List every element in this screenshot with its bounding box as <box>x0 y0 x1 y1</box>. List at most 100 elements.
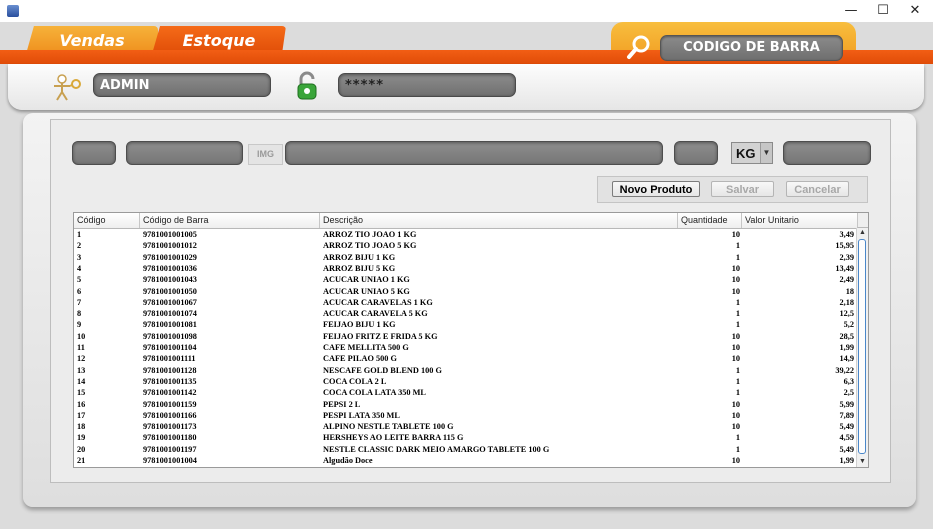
quantity-field[interactable] <box>674 141 718 165</box>
table-row[interactable]: 22 9781001001003 Algudão Azul 101,99 <box>74 466 858 467</box>
save-button[interactable]: Salvar <box>711 181 774 197</box>
table-cell: 1 <box>735 376 740 386</box>
table-cell: 9781001001180 <box>143 433 197 443</box>
table-cell: 1 <box>735 444 740 454</box>
table-row[interactable]: 9 9781001001081 FEIJAO BIJU 1 KG 1 5,2 <box>74 319 858 330</box>
table-row[interactable]: 20 9781001001197 NESTLE CLASSIC DARK MEIO … <box>74 444 858 455</box>
table-cell: 18 <box>845 286 854 296</box>
table-row[interactable]: 14 9781001001135 COCA COLA 2 L 1 6,3 <box>74 376 858 387</box>
unit-price-field[interactable] <box>783 141 871 165</box>
table-cell: ARROZ TIO JOAO 5 KG <box>323 241 417 251</box>
new-product-button[interactable]: Novo Produto <box>612 181 700 197</box>
table-cell: PEPSI 2 L <box>323 399 361 409</box>
table-cell: 9781001001029 <box>143 252 197 262</box>
table-cell: 19 <box>77 433 86 443</box>
table-cell: ARROZ BIJU 5 KG <box>323 263 396 273</box>
table-cell: 1 <box>77 230 82 239</box>
table-cell: 1 <box>735 297 740 307</box>
password-field[interactable]: ***** <box>338 73 516 97</box>
products-table: Código Código de Barra Descrição Quantid… <box>73 212 869 468</box>
table-cell: 5,49 <box>839 422 854 432</box>
table-cell: 7,89 <box>839 410 854 420</box>
close-button[interactable]: ✕ <box>900 0 930 22</box>
table-cell: 10 <box>731 410 740 420</box>
table-row[interactable]: 21 9781001001004 Algudão Doce 10 1,99 <box>74 455 858 466</box>
description-field[interactable] <box>285 141 663 165</box>
column-header-codigo[interactable]: Código <box>74 213 140 228</box>
table-cell: ACUCAR UNIAO 1 KG <box>323 275 410 285</box>
table-row[interactable]: 8 9781001001074 ACUCAR CARAVELA 5 KG 1 12,5 <box>74 308 858 319</box>
table-cell: 10 <box>731 422 740 432</box>
table-cell: CAFE MELLITA 500 G <box>323 343 409 352</box>
table-row[interactable]: 13 9781001001128 NESCAFE GOLD BLEND 100 G 1… <box>74 365 858 376</box>
column-header-descricao[interactable]: Descrição <box>320 213 678 228</box>
arrow-down-icon[interactable]: ▼ <box>857 457 868 467</box>
product-barcode-field[interactable] <box>126 141 243 165</box>
image-button[interactable]: IMG <box>248 144 283 165</box>
table-row[interactable]: 19 9781001001180 HERSHEYS AO LEITE BARRA 1… <box>74 432 858 443</box>
table-cell: 10 <box>731 275 740 285</box>
table-cell: 5 <box>77 275 82 285</box>
column-header-valor[interactable]: Valor Unitario <box>742 213 858 228</box>
product-code-field[interactable] <box>72 141 116 165</box>
cancel-button[interactable]: Cancelar <box>786 181 849 197</box>
chevron-down-icon[interactable]: ▼ <box>760 143 772 163</box>
table-cell: 1,99 <box>839 343 854 352</box>
table-row[interactable]: 3 9781001001029 ARROZ BIJU 1 KG 1 2,39 <box>74 252 858 263</box>
minimize-button[interactable]: — <box>836 0 866 22</box>
table-cell: 22 <box>77 466 137 467</box>
table-cell: 2,39 <box>839 252 854 262</box>
table-cell: 9781001001128 <box>143 365 197 375</box>
unit-select[interactable]: KG ▼ <box>731 142 773 164</box>
magnifier-icon[interactable] <box>626 34 652 60</box>
table-cell: 3 <box>77 252 82 262</box>
table-cell: 13 <box>77 365 86 375</box>
column-header-codigo-barra[interactable]: Código de Barra <box>140 213 320 228</box>
table-cell: 9781001001104 <box>143 343 197 352</box>
table-cell: 12 <box>77 354 86 364</box>
table-row[interactable]: 15 9781001001142 COCA COLA LATA 350 ML 1 2,5 <box>74 387 858 398</box>
column-header-quantidade[interactable]: Quantidade <box>678 213 742 228</box>
table-cell: 8 <box>77 309 82 319</box>
table-cell: HERSHEYS AO LEITE BARRA 115 G <box>323 433 464 443</box>
table-cell: ACUCAR UNIAO 5 KG <box>323 286 410 296</box>
table-cell: 5,2 <box>843 320 854 330</box>
table-cell: 9781001001166 <box>143 410 197 420</box>
table-cell: 9781001001159 <box>143 399 197 409</box>
table-cell: 39,22 <box>835 365 854 375</box>
table-cell: 20 <box>77 444 86 454</box>
table-cell: 1 <box>735 252 740 262</box>
table-row[interactable]: 16 9781001001159 PEPSI 2 L 10 5,99 <box>74 399 858 410</box>
table-cell: 10 <box>731 343 740 352</box>
table-row[interactable]: 10 9781001001098 FEIJAO FRITZ E FRIDA 5 KG… <box>74 331 858 342</box>
username-field[interactable]: ADMIN <box>93 73 271 97</box>
table-cell: 10 <box>731 354 740 364</box>
table-row[interactable]: 17 9781001001166 PESPI LATA 350 ML 10 7,89 <box>74 410 858 421</box>
table-cell: 9781001001043 <box>143 275 197 285</box>
vertical-scrollbar[interactable]: ▲ ▼ <box>856 228 868 467</box>
table-row[interactable]: 4 9781001001036 ARROZ BIJU 5 KG 10 13,49 <box>74 263 858 274</box>
table-cell: 9781001001081 <box>143 320 197 330</box>
arrow-up-icon[interactable]: ▲ <box>857 228 868 238</box>
table-cell: 9781001001098 <box>143 331 197 341</box>
table-row[interactable]: 7 9781001001067 ACUCAR CARAVELAS 1 KG 1 2,18 <box>74 297 858 308</box>
table-cell: COCA COLA LATA 350 ML <box>323 388 426 398</box>
table-row[interactable]: 11 9781001001104 CAFE MELLITA 500 G 10 1,99 <box>74 342 858 353</box>
table-cell: 1 <box>735 241 740 251</box>
table-cell: 1 <box>735 320 740 330</box>
table-cell: 10 <box>77 331 86 341</box>
table-row[interactable]: 18 9781001001173 ALPINO NESTLE TABLETE 100… <box>74 421 858 432</box>
table-row[interactable]: 12 9781001001111 CAFE PILAO 500 G 10 14,9 <box>74 353 858 364</box>
maximize-button[interactable]: ☐ <box>868 0 898 22</box>
table-row[interactable]: 6 9781001001050 ACUCAR UNIAO 5 KG 10 18 <box>74 286 858 297</box>
table-row[interactable]: 2 9781001001012 ARROZ TIO JOAO 5 KG 1 15,95 <box>74 240 858 251</box>
table-cell: Algudão Azul <box>323 466 673 467</box>
scrollbar-thumb[interactable] <box>858 239 866 454</box>
table-cell: 1,99 <box>742 466 854 467</box>
unit-value: KG <box>736 146 756 161</box>
table-row[interactable]: 1 9781001001005 ARROZ TIO JOAO 1 KG 10 3,49 <box>74 229 858 240</box>
barcode-input[interactable]: CODIGO DE BARRA <box>660 35 843 61</box>
table-cell: ACUCAR CARAVELA 5 KG <box>323 309 428 319</box>
table-row[interactable]: 5 9781001001043 ACUCAR UNIAO 1 KG 10 2,49 <box>74 274 858 285</box>
table-cell: 5,99 <box>839 399 854 409</box>
